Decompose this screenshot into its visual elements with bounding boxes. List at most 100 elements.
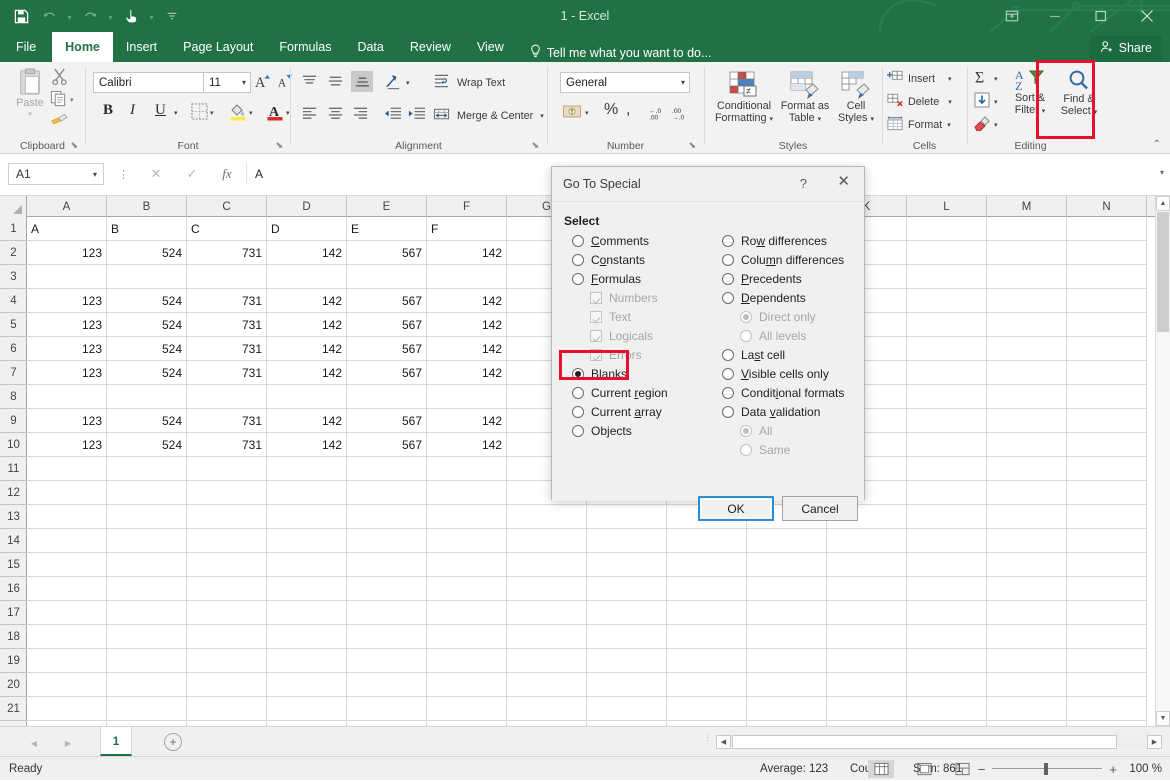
- cell-H16[interactable]: [587, 577, 667, 601]
- cell-D21[interactable]: [267, 697, 347, 721]
- scroll-up-arrow-icon[interactable]: ▲: [1156, 196, 1170, 211]
- zoom-controls[interactable]: − + 100 %: [978, 757, 1162, 781]
- cell-A21[interactable]: [27, 697, 107, 721]
- cell-J19[interactable]: [747, 649, 827, 673]
- cell-H13[interactable]: [587, 505, 667, 529]
- cell-L2[interactable]: [907, 241, 987, 265]
- redo-icon[interactable]: [77, 4, 103, 28]
- cell-M10[interactable]: [987, 433, 1067, 457]
- cell-I15[interactable]: [667, 553, 747, 577]
- cell-E11[interactable]: [347, 457, 427, 481]
- cell-C20[interactable]: [187, 673, 267, 697]
- cell-B11[interactable]: [107, 457, 187, 481]
- cell-M9[interactable]: [987, 409, 1067, 433]
- cell-B21[interactable]: [107, 697, 187, 721]
- accounting-format-icon[interactable]: [562, 103, 582, 124]
- radio-icon[interactable]: [572, 273, 584, 285]
- right-option-dependents[interactable]: Dependents: [722, 291, 806, 305]
- cell-D1[interactable]: D: [267, 217, 347, 241]
- cell-B9[interactable]: 524: [107, 409, 187, 433]
- cell-L12[interactable]: [907, 481, 987, 505]
- column-header-D[interactable]: D: [267, 196, 347, 217]
- cell-M16[interactable]: [987, 577, 1067, 601]
- cell-N15[interactable]: [1067, 553, 1147, 577]
- cell-B14[interactable]: [107, 529, 187, 553]
- row-header-6[interactable]: 6: [0, 337, 27, 361]
- cell-A2[interactable]: 123: [27, 241, 107, 265]
- delete-caret-icon[interactable]: ▾: [948, 98, 952, 106]
- row-header-16[interactable]: 16: [0, 577, 27, 601]
- cell-K14[interactable]: [827, 529, 907, 553]
- cell-C5[interactable]: 731: [187, 313, 267, 337]
- cell-C6[interactable]: 731: [187, 337, 267, 361]
- cell-N18[interactable]: [1067, 625, 1147, 649]
- row-header-18[interactable]: 18: [0, 625, 27, 649]
- cell-L16[interactable]: [907, 577, 987, 601]
- cell-E17[interactable]: [347, 601, 427, 625]
- underline-caret-icon[interactable]: ▾: [174, 109, 178, 117]
- cell-M19[interactable]: [987, 649, 1067, 673]
- cell-K17[interactable]: [827, 601, 907, 625]
- align-right-icon[interactable]: [352, 106, 369, 124]
- cell-C19[interactable]: [187, 649, 267, 673]
- row-header-17[interactable]: 17: [0, 601, 27, 625]
- cell-N16[interactable]: [1067, 577, 1147, 601]
- column-header-M[interactable]: M: [987, 196, 1067, 217]
- cell-H14[interactable]: [587, 529, 667, 553]
- share-button[interactable]: Share: [1090, 36, 1162, 60]
- cell-B6[interactable]: 524: [107, 337, 187, 361]
- cell-M5[interactable]: [987, 313, 1067, 337]
- cell-D4[interactable]: 142: [267, 289, 347, 313]
- cell-A5[interactable]: 123: [27, 313, 107, 337]
- cell-N7[interactable]: [1067, 361, 1147, 385]
- cell-E7[interactable]: 567: [347, 361, 427, 385]
- cell-A18[interactable]: [27, 625, 107, 649]
- cell-N20[interactable]: [1067, 673, 1147, 697]
- cell-C3[interactable]: [187, 265, 267, 289]
- enter-entry-icon[interactable]: ✓: [177, 163, 207, 185]
- cell-C21[interactable]: [187, 697, 267, 721]
- cell-C7[interactable]: 731: [187, 361, 267, 385]
- add-sheet-button[interactable]: +: [164, 733, 182, 751]
- cell-H21[interactable]: [587, 697, 667, 721]
- cell-E20[interactable]: [347, 673, 427, 697]
- cell-D3[interactable]: [267, 265, 347, 289]
- autosum-icon[interactable]: Σ: [973, 68, 992, 89]
- cell-C2[interactable]: 731: [187, 241, 267, 265]
- ok-button[interactable]: OK: [698, 496, 774, 521]
- collapse-ribbon-icon[interactable]: ⌃: [1153, 139, 1161, 150]
- cell-A13[interactable]: [27, 505, 107, 529]
- left-option-current-region[interactable]: Current region: [572, 386, 668, 400]
- cell-M20[interactable]: [987, 673, 1067, 697]
- cell-E12[interactable]: [347, 481, 427, 505]
- format-cells-button[interactable]: Format ▾: [887, 116, 951, 134]
- cell-E6[interactable]: 567: [347, 337, 427, 361]
- cell-D15[interactable]: [267, 553, 347, 577]
- cell-G18[interactable]: [507, 625, 587, 649]
- cell-F5[interactable]: 142: [427, 313, 507, 337]
- touch-mode-caret[interactable]: ▾: [146, 4, 157, 28]
- copy-icon[interactable]: [50, 90, 67, 110]
- horizontal-scroll-thumb[interactable]: [732, 735, 1117, 749]
- cell-F18[interactable]: [427, 625, 507, 649]
- left-option-blanks[interactable]: Blanks: [572, 367, 627, 381]
- cell-C4[interactable]: 731: [187, 289, 267, 313]
- cell-A3[interactable]: [27, 265, 107, 289]
- cell-B5[interactable]: 524: [107, 313, 187, 337]
- radio-icon[interactable]: [722, 387, 734, 399]
- cell-M11[interactable]: [987, 457, 1067, 481]
- cell-E2[interactable]: 567: [347, 241, 427, 265]
- delete-cells-button[interactable]: Delete ▾: [887, 93, 952, 111]
- name-box[interactable]: A1 ▾: [8, 163, 104, 185]
- right-option-precedents[interactable]: Precedents: [722, 272, 802, 286]
- radio-icon[interactable]: [572, 368, 584, 380]
- cell-M2[interactable]: [987, 241, 1067, 265]
- cell-N3[interactable]: [1067, 265, 1147, 289]
- normal-view-button[interactable]: [868, 760, 894, 778]
- save-icon[interactable]: [8, 4, 34, 28]
- cell-L7[interactable]: [907, 361, 987, 385]
- orientation-caret-icon[interactable]: ▾: [406, 79, 410, 87]
- cell-E18[interactable]: [347, 625, 427, 649]
- cell-C11[interactable]: [187, 457, 267, 481]
- cell-E3[interactable]: [347, 265, 427, 289]
